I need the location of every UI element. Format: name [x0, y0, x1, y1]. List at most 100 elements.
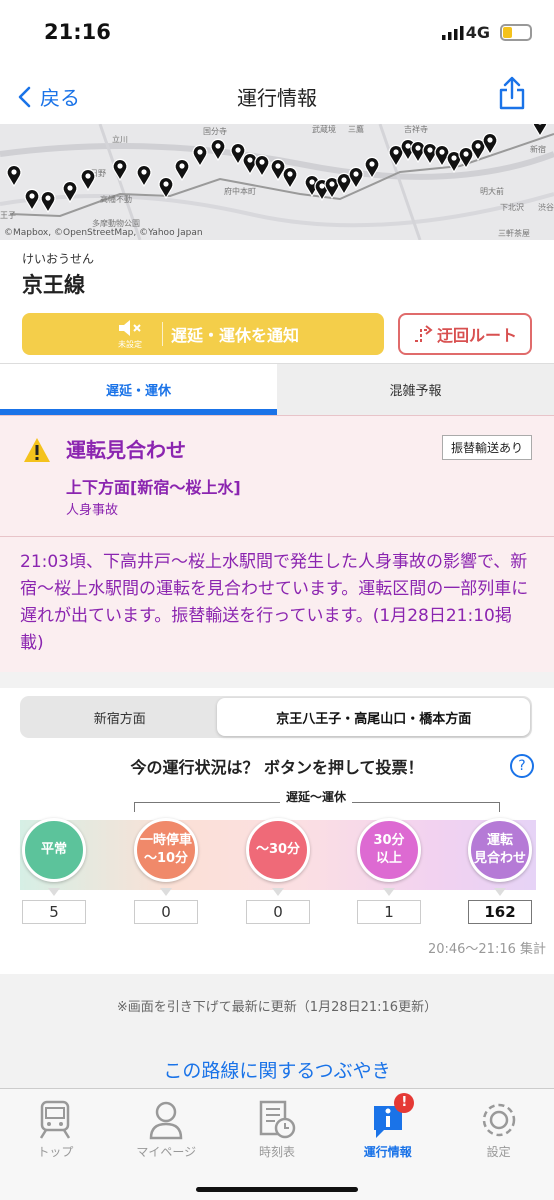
station-pin-icon[interactable] — [112, 158, 128, 182]
service-alert: 運転見合わせ 振替輸送あり 上下方面[新宿〜桜上水] 人身事故 21:03頃、下… — [0, 415, 554, 672]
count-pointer — [383, 888, 395, 896]
tabbar-label: トップ — [37, 1145, 74, 1159]
vote-option-sublabel: 〜10分 — [143, 851, 189, 866]
person-icon — [149, 1101, 183, 1140]
vote-option-button[interactable]: 平常 — [22, 818, 86, 882]
station-pin-icon[interactable] — [40, 190, 56, 214]
line-name: 京王線 — [22, 273, 85, 297]
count-pointer — [48, 888, 60, 896]
vote-count: 1 — [357, 900, 421, 924]
station-pin-icon[interactable] — [6, 164, 22, 188]
route-map[interactable]: 立川 国分寺 武蔵境 三鷹 吉祥寺 新宿 日野 高幡不動 多摩動物公園 府中本町… — [0, 124, 554, 240]
gear-icon — [482, 1103, 515, 1137]
nav-bar: 戻る 運行情報 — [0, 64, 554, 124]
timetable-icon — [259, 1100, 296, 1139]
station-pin-icon[interactable] — [482, 132, 498, 156]
map-credit: ©Mapbox, ©OpenStreetMap, ©Yahoo Japan — [4, 228, 203, 238]
station-pin-icon[interactable] — [158, 176, 174, 200]
station-pin-icon[interactable] — [62, 180, 78, 204]
station-pin-icon[interactable] — [174, 158, 190, 182]
segment-hachioji[interactable]: 京王八王子・高尾山口・橋本方面 — [217, 698, 530, 736]
station-pin-icon[interactable] — [24, 188, 40, 212]
notify-button[interactable]: 未設定 遅延・運休を通知 — [22, 313, 384, 355]
detour-icon — [414, 325, 433, 342]
vote-count: 0 — [246, 900, 310, 924]
station-pin-icon[interactable] — [364, 156, 380, 180]
tabbar-service-info[interactable]: ! 運行情報 — [332, 1089, 443, 1200]
vote-question: 今の運行状況は？ ボタンを押して投票！ — [130, 758, 424, 777]
delay-range-label: 遅延〜運休 — [280, 788, 353, 805]
detour-route-button[interactable]: 迂回ルート — [398, 313, 532, 355]
detour-label: 迂回ルート — [436, 326, 517, 345]
tab-delay[interactable]: 遅延・運休 — [0, 364, 277, 415]
mute-indicator: 未設定 — [108, 319, 152, 350]
share-icon — [499, 76, 525, 110]
tabbar-mypage[interactable]: マイページ — [111, 1089, 222, 1200]
share-button[interactable] — [498, 76, 526, 114]
info-tabs: 遅延・運休 混雑予報 — [0, 363, 554, 415]
station-pin-icon[interactable] — [458, 146, 474, 170]
vote-option-label: 運転 — [486, 833, 513, 848]
segment-shinjuku[interactable]: 新宿方面 — [22, 698, 217, 736]
station-pin-icon[interactable] — [210, 138, 226, 162]
help-icon[interactable]: ? — [510, 754, 534, 778]
vote-option-sublabel: 以上 — [375, 851, 402, 866]
vote-option-sublabel: 見合わせ — [473, 851, 526, 866]
tabbar-top[interactable]: トップ — [0, 1089, 111, 1200]
vote-option-button[interactable]: 一時停車 〜10分 — [134, 818, 198, 882]
notify-label: 遅延・運休を通知 — [162, 322, 299, 346]
station-pin-icon[interactable] — [348, 166, 364, 190]
speaker-mute-icon — [119, 319, 141, 336]
refresh-note: ※画面を引き下げて最新に更新（1月28日21:16更新） — [116, 1000, 438, 1015]
tweets-link[interactable]: この路線に関するつぶやき — [0, 1056, 554, 1083]
station-pin-icon[interactable] — [282, 166, 298, 190]
count-pointer — [272, 888, 284, 896]
vote-count: 0 — [134, 900, 198, 924]
vote-option-button[interactable]: 30分以上 — [357, 818, 421, 882]
alert-status: 運転見合わせ — [66, 438, 186, 462]
count-pointer — [160, 888, 172, 896]
alert-cause: 人身事故 — [66, 503, 119, 518]
home-indicator — [196, 1187, 358, 1192]
station-pins — [6, 124, 548, 214]
page-title: 運行情報 — [237, 86, 317, 110]
tab-bar: トップ マイページ 時刻表 ! 運行情報 設定 — [0, 1088, 554, 1200]
vote-count: 162 — [468, 900, 532, 924]
line-kana: けいおうせん — [22, 252, 95, 266]
count-pointer — [494, 888, 506, 896]
signal-icon — [442, 26, 464, 40]
alert-body: 21:03頃、下高井戸〜桜上水駅間で発生した人身事故の影響で、新宿〜桜上水駅間の… — [0, 536, 554, 672]
status-time: 21:16 — [44, 20, 111, 44]
tabbar-label: マイページ — [136, 1145, 197, 1159]
tabbar-label: 設定 — [486, 1145, 511, 1159]
battery-icon — [500, 24, 532, 41]
vote-option-label: 平常 — [40, 842, 67, 857]
transfer-badge: 振替輸送あり — [441, 435, 532, 460]
vote-count: 5 — [22, 900, 86, 924]
line-info: けいおうせん 京王線 未設定 遅延・運休を通知 迂回ルート — [0, 240, 554, 363]
station-pin-icon[interactable] — [254, 154, 270, 178]
tabbar-label: 運行情報 — [363, 1145, 412, 1159]
vote-option-button[interactable]: 運転 見合わせ — [468, 818, 532, 882]
tabbar-timetable[interactable]: 時刻表 — [222, 1089, 333, 1200]
vote-option-label: 30分 — [373, 833, 405, 848]
station-pin-icon[interactable] — [192, 144, 208, 168]
tabbar-settings[interactable]: 設定 — [443, 1089, 554, 1200]
tabbar-label: 時刻表 — [258, 1145, 295, 1159]
direction-segment: 新宿方面 京王八王子・高尾山口・橋本方面 — [20, 696, 532, 738]
vote-option-button[interactable]: 〜30分 — [246, 818, 310, 882]
station-pin-icon[interactable] — [136, 164, 152, 188]
tab-congestion[interactable]: 混雑予報 — [277, 364, 554, 415]
train-icon — [40, 1100, 71, 1139]
network-type: 4G — [465, 23, 490, 42]
station-pin-icon[interactable] — [532, 124, 548, 138]
vote-period: 20:46〜21:16 集計 — [427, 942, 546, 957]
alert-direction: 上下方面[新宿〜桜上水] — [66, 478, 241, 497]
station-pin-icon[interactable] — [80, 168, 96, 192]
vote-panel: 新宿方面 京王八王子・高尾山口・橋本方面 今の運行状況は？ ボタンを押して投票！… — [0, 688, 554, 974]
status-bar: 21:16 4G — [0, 0, 554, 64]
mute-label: 未設定 — [118, 339, 142, 349]
active-tab-indicator — [0, 409, 277, 415]
warning-icon — [24, 438, 50, 462]
vote-option-label: 〜30分 — [255, 842, 301, 857]
